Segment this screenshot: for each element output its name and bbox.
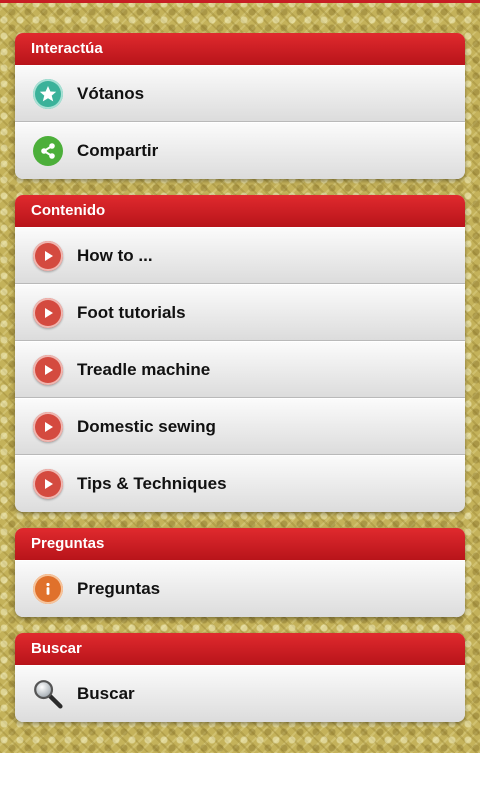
menu-item-label: Vótanos bbox=[77, 83, 145, 103]
section-preguntas: Preguntas Preguntas bbox=[15, 528, 465, 617]
menu-item-label: Tips & Techniques bbox=[77, 474, 227, 493]
menu-item-votanos[interactable]: Vótanos bbox=[15, 65, 465, 122]
play-icon bbox=[33, 411, 63, 442]
section-header-buscar: Buscar bbox=[15, 633, 465, 665]
section-contenido: Contenido How to ... Foot tutorials Trea… bbox=[15, 195, 465, 512]
info-icon bbox=[33, 574, 63, 604]
menu-item-how-to[interactable]: How to ... bbox=[15, 227, 465, 284]
menu-item-label: Treadle machine bbox=[77, 359, 211, 379]
menu-item-compartir[interactable]: Compartir bbox=[15, 122, 465, 179]
menu-item-label: Buscar bbox=[77, 684, 135, 703]
play-icon bbox=[33, 354, 63, 385]
section-header-interactua: Interactúa bbox=[15, 33, 465, 65]
section-buscar: Buscar Buscar bbox=[15, 633, 465, 722]
section-header-preguntas: Preguntas bbox=[15, 528, 465, 560]
menu-item-domestic-sewing[interactable]: Domestic sewing bbox=[15, 398, 465, 455]
menu-item-label: Compartir bbox=[77, 141, 159, 160]
play-icon bbox=[33, 240, 63, 271]
top-accent-bar bbox=[0, 0, 480, 3]
menu-item-label: Preguntas bbox=[77, 579, 161, 598]
section-interactua: Interactúa Vótanos Compartir bbox=[15, 33, 465, 179]
menu-item-label: Domestic sewing bbox=[77, 416, 216, 436]
menu-item-foot-tutorials[interactable]: Foot tutorials bbox=[15, 284, 465, 341]
play-icon bbox=[33, 469, 63, 499]
menu-item-treadle-machine[interactable]: Treadle machine bbox=[15, 341, 465, 398]
menu-item-label: How to ... bbox=[77, 245, 153, 265]
menu-item-preguntas[interactable]: Preguntas bbox=[15, 560, 465, 617]
star-icon bbox=[33, 78, 63, 109]
menu-item-label: Foot tutorials bbox=[77, 302, 186, 322]
menu-item-tips-techniques[interactable]: Tips & Techniques bbox=[15, 455, 465, 512]
section-header-contenido: Contenido bbox=[15, 195, 465, 227]
play-icon bbox=[33, 297, 63, 328]
menu-item-buscar[interactable]: Buscar bbox=[15, 665, 465, 722]
share-icon bbox=[33, 136, 63, 166]
search-icon bbox=[33, 679, 63, 709]
